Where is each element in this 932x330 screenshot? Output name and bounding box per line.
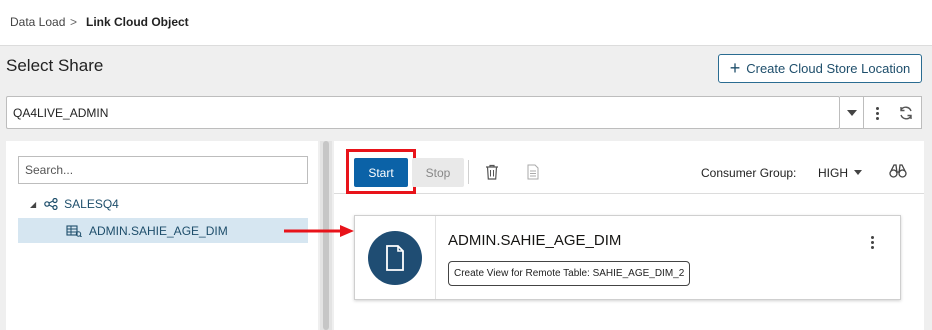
- consumer-group-select[interactable]: HIGH: [818, 166, 848, 180]
- tree-item-table[interactable]: ADMIN.SAHIE_AGE_DIM: [18, 218, 308, 243]
- share-icon: [44, 198, 58, 210]
- create-cloud-store-location-button[interactable]: + Create Cloud Store Location: [718, 54, 922, 83]
- expand-triangle-icon[interactable]: ◢: [30, 200, 36, 209]
- tree-share-label: SALESQ4: [64, 197, 119, 211]
- create-button-label: Create Cloud Store Location: [746, 61, 911, 76]
- annotation-arrow: [284, 225, 354, 237]
- file-icon: [386, 245, 404, 271]
- share-select[interactable]: QA4LIVE_ADMIN: [6, 96, 840, 129]
- share-actions: [864, 96, 922, 129]
- consumer-group-chevron-icon[interactable]: [854, 170, 862, 175]
- toolbar-divider: [468, 160, 469, 184]
- card-menu-icon[interactable]: [871, 236, 874, 249]
- breadcrumb-separator: >: [70, 15, 78, 29]
- chevron-down-icon: [846, 109, 857, 116]
- document-icon[interactable]: [527, 164, 539, 180]
- create-view-chip[interactable]: Create View for Remote Table: SAHIE_AGE_…: [448, 261, 691, 286]
- stop-button[interactable]: Stop: [412, 158, 464, 187]
- consumer-group-label: Consumer Group:: [701, 166, 797, 180]
- table-icon: [66, 224, 82, 237]
- share-dropdown-button[interactable]: [840, 96, 864, 129]
- breadcrumb-bar: Data Load > Link Cloud Object: [0, 0, 932, 46]
- more-options-icon[interactable]: [876, 107, 879, 120]
- toolbar: Start Stop Consumer Group: HIGH: [334, 141, 924, 194]
- search-input[interactable]: [18, 156, 308, 184]
- share-tree-panel: ◢ SALESQ4 ADMIN.SAHIE_AGE_DIM: [6, 141, 318, 330]
- table-card: ADMIN.SAHIE_AGE_DIM Create View for Remo…: [354, 215, 901, 300]
- detail-panel: Start Stop Consumer Group: HIGH ADMIN.SA…: [334, 141, 924, 330]
- binoculars-icon[interactable]: [889, 163, 907, 179]
- card-icon-area: [355, 216, 436, 299]
- share-select-value: QA4LIVE_ADMIN: [13, 106, 109, 120]
- card-circle: [368, 231, 422, 285]
- start-button[interactable]: Start: [354, 158, 408, 187]
- tree-table-label: ADMIN.SAHIE_AGE_DIM: [89, 223, 228, 238]
- page-title: Select Share: [6, 56, 104, 75]
- breadcrumb-current: Link Cloud Object: [86, 15, 189, 29]
- tree-item-share[interactable]: ◢ SALESQ4: [30, 197, 119, 211]
- card-title: ADMIN.SAHIE_AGE_DIM: [448, 232, 622, 249]
- trash-icon[interactable]: [485, 164, 499, 180]
- breadcrumb-data-load[interactable]: Data Load: [10, 15, 65, 29]
- plus-icon: +: [729, 57, 741, 78]
- refresh-icon[interactable]: [898, 105, 914, 121]
